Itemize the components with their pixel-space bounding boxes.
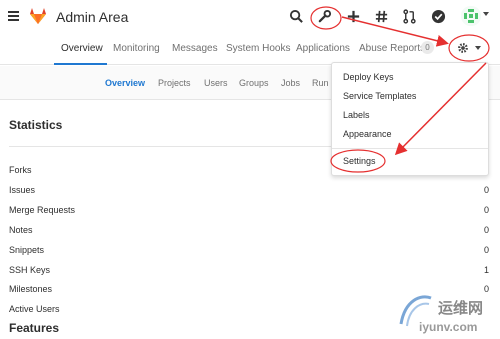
wrench-icon[interactable]	[314, 6, 334, 26]
subnav-item-jobs[interactable]: Jobs	[281, 78, 300, 88]
subnav-item-projects[interactable]: Projects	[158, 78, 191, 88]
settings-dropdown-button[interactable]	[451, 38, 489, 58]
subnav-item-users[interactable]: Users	[204, 78, 228, 88]
tab-abuse-reports[interactable]: Abuse Reports	[359, 43, 425, 54]
menu-item-deploy-keys[interactable]: Deploy Keys	[343, 72, 394, 82]
subnav-item-groups[interactable]: Groups	[239, 78, 269, 88]
stat-row-snippets: Snippets 0	[9, 245, 489, 255]
tab-applications[interactable]: Applications	[296, 43, 350, 54]
active-tab-indicator	[54, 63, 107, 65]
chevron-down-icon	[475, 46, 481, 50]
subnav-item-runners[interactable]: Run	[312, 78, 329, 88]
stat-row-notes: Notes 0	[9, 225, 489, 235]
menu-item-appearance[interactable]: Appearance	[343, 129, 392, 139]
tab-system-hooks[interactable]: System Hooks	[226, 43, 290, 54]
gear-icon	[458, 43, 468, 53]
merge-request-icon[interactable]	[399, 6, 419, 26]
watermark-url: iyunv.com	[419, 320, 478, 334]
tab-monitoring[interactable]: Monitoring	[113, 43, 160, 54]
stat-row-issues: Issues 0	[9, 185, 489, 195]
divider	[332, 148, 488, 149]
chevron-down-icon[interactable]	[483, 12, 489, 16]
gitlab-logo-icon[interactable]	[28, 6, 48, 26]
page-title[interactable]: Admin Area	[56, 9, 128, 25]
tab-overview[interactable]: Overview	[61, 43, 103, 54]
search-icon[interactable]	[286, 6, 306, 26]
watermark-text: 运维网	[438, 300, 484, 317]
stat-row-merge-requests: Merge Requests 0	[9, 205, 489, 215]
abuse-reports-count-badge: 0	[421, 41, 434, 54]
menu-item-labels[interactable]: Labels	[343, 110, 370, 120]
user-avatar[interactable]	[461, 6, 481, 26]
subnav-item-overview[interactable]: Overview	[105, 78, 145, 88]
plus-icon[interactable]	[343, 6, 363, 26]
statistics-heading: Statistics	[9, 118, 63, 132]
features-heading: Features	[9, 321, 60, 335]
stat-row-ssh-keys: SSH Keys 1	[9, 265, 489, 275]
todo-check-icon[interactable]	[428, 6, 448, 26]
settings-dropdown-menu: Deploy Keys Service Templates Labels App…	[331, 62, 489, 176]
top-bar: Admin Area	[0, 0, 500, 33]
menu-item-settings[interactable]: Settings	[343, 156, 376, 166]
tab-messages[interactable]: Messages	[172, 43, 218, 54]
hamburger-menu-icon[interactable]	[8, 11, 19, 21]
hash-icon[interactable]	[371, 6, 391, 26]
menu-item-service-templates[interactable]: Service Templates	[343, 91, 416, 101]
